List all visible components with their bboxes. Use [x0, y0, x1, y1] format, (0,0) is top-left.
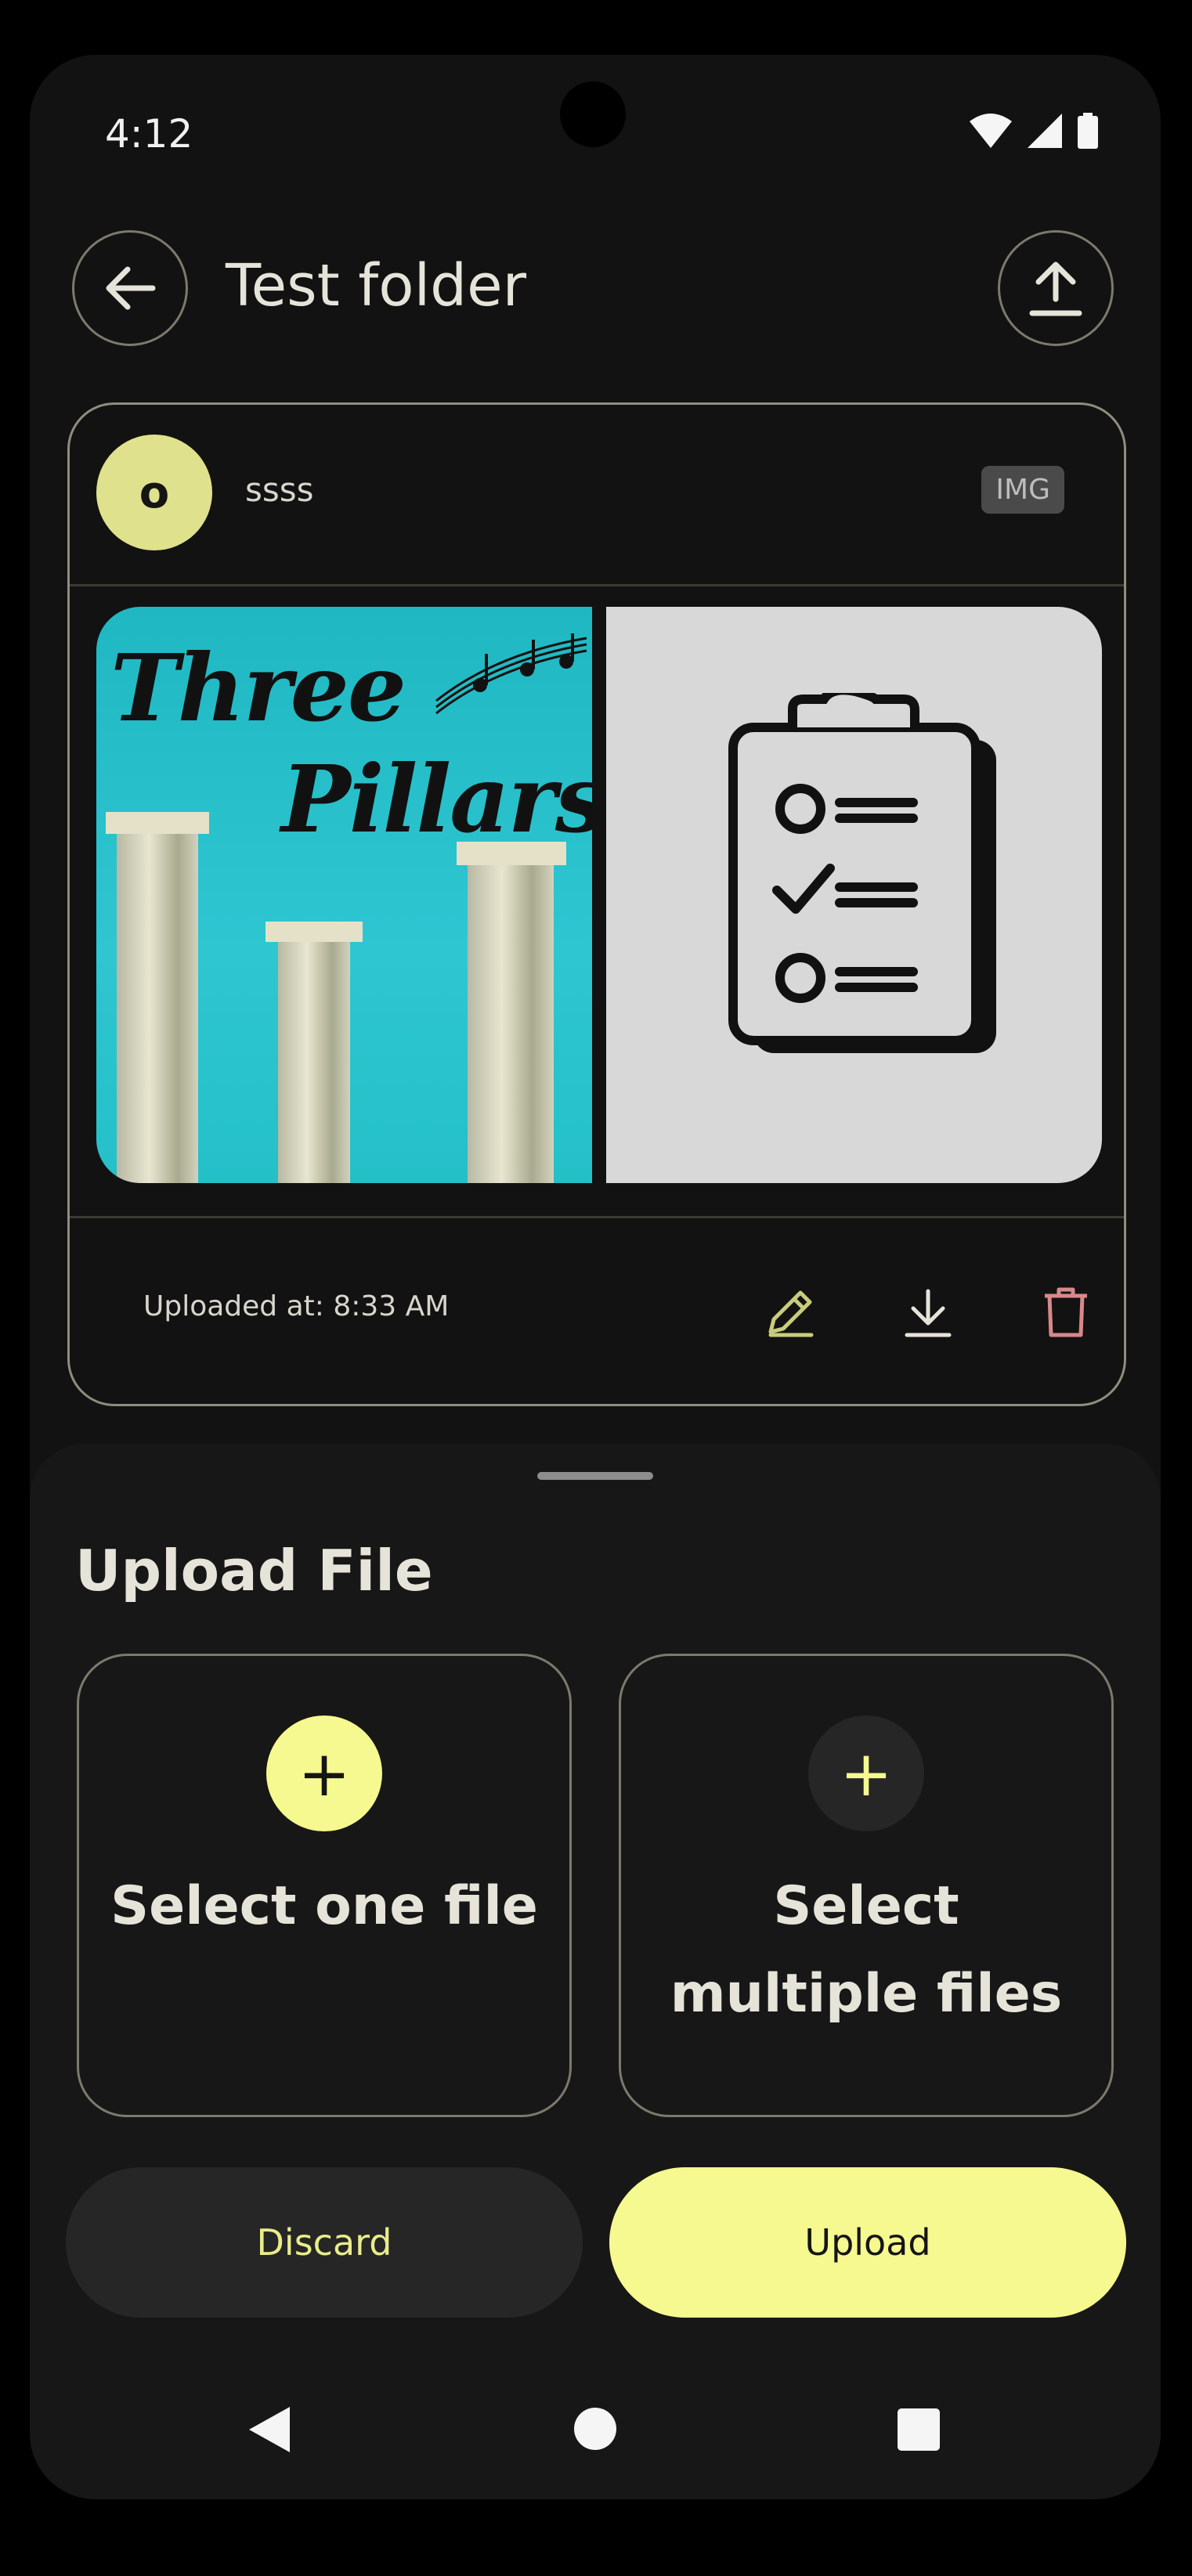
pillar-cap — [265, 922, 363, 942]
plus-icon: + — [266, 1716, 382, 1831]
owner-name: ssss — [245, 471, 314, 509]
pillars-image[interactable]: Three Pillars — [96, 607, 592, 1183]
file-type-badge: IMG — [981, 466, 1064, 514]
pillar — [278, 942, 350, 1183]
discard-button[interactable]: Discard — [66, 2167, 583, 2318]
delete-button[interactable] — [1038, 1284, 1094, 1340]
cellular-signal-icon — [1028, 114, 1062, 148]
drag-handle[interactable] — [537, 1472, 653, 1480]
image-thumbnails: Three Pillars — [96, 607, 1102, 1183]
download-button[interactable] — [900, 1284, 956, 1340]
file-card-header: o ssss IMG — [70, 405, 1124, 586]
pillar-cap — [106, 812, 209, 834]
uploaded-at-text: Uploaded at: 8:33 AM — [143, 1290, 450, 1322]
nav-recents-icon[interactable] — [898, 2408, 940, 2451]
trash-icon — [1045, 1287, 1087, 1337]
status-icons — [970, 113, 1098, 149]
file-card-footer: Uploaded at: 8:33 AM — [70, 1216, 1124, 1404]
select-multiple-files-button[interactable]: + Select multiple files — [619, 1654, 1114, 2117]
clipboard-image[interactable] — [606, 607, 1102, 1183]
sheet-title: Upload File — [75, 1538, 433, 1604]
clipboard-checklist-icon — [728, 693, 996, 1053]
upload-file-button[interactable] — [998, 230, 1114, 346]
phone-screen: 4:12 Test folder o ssss IMG Three Pillar… — [30, 55, 1161, 2499]
file-card[interactable]: o ssss IMG Three Pillars Uploaded at: 8:… — [67, 402, 1126, 1406]
front-camera — [560, 81, 626, 147]
nav-back-icon[interactable] — [246, 2405, 293, 2454]
upload-icon — [1029, 262, 1082, 316]
pillar — [117, 834, 198, 1183]
pillar-cap — [457, 842, 566, 865]
select-one-file-button[interactable]: + Select one file — [77, 1654, 572, 2117]
download-icon — [905, 1289, 952, 1337]
upload-button[interactable]: Upload — [609, 2167, 1126, 2318]
back-button[interactable] — [72, 230, 188, 346]
select-one-file-label: Select one file — [110, 1875, 538, 1937]
avatar: o — [96, 435, 212, 550]
pillar — [468, 865, 554, 1183]
status-time: 4:12 — [105, 111, 193, 157]
nav-home-icon[interactable] — [573, 2407, 617, 2451]
thumbnail-text-line1: Three — [110, 633, 406, 742]
plus-icon: + — [808, 1716, 924, 1831]
pencil-icon — [768, 1290, 814, 1337]
page-title: Test folder — [226, 252, 527, 319]
battery-icon — [1078, 113, 1098, 149]
thumbnail-text-line2: Pillars — [281, 745, 592, 853]
upload-bottom-sheet: Upload File + Select one file + Select m… — [30, 1444, 1161, 2499]
music-notes-icon — [435, 633, 587, 715]
wifi-icon — [970, 114, 1012, 148]
arrow-left-icon — [106, 266, 156, 310]
select-multiple-files-label: Select multiple files — [670, 1875, 1063, 2025]
navigation-bar — [30, 2358, 1161, 2499]
edit-button[interactable] — [762, 1284, 818, 1340]
